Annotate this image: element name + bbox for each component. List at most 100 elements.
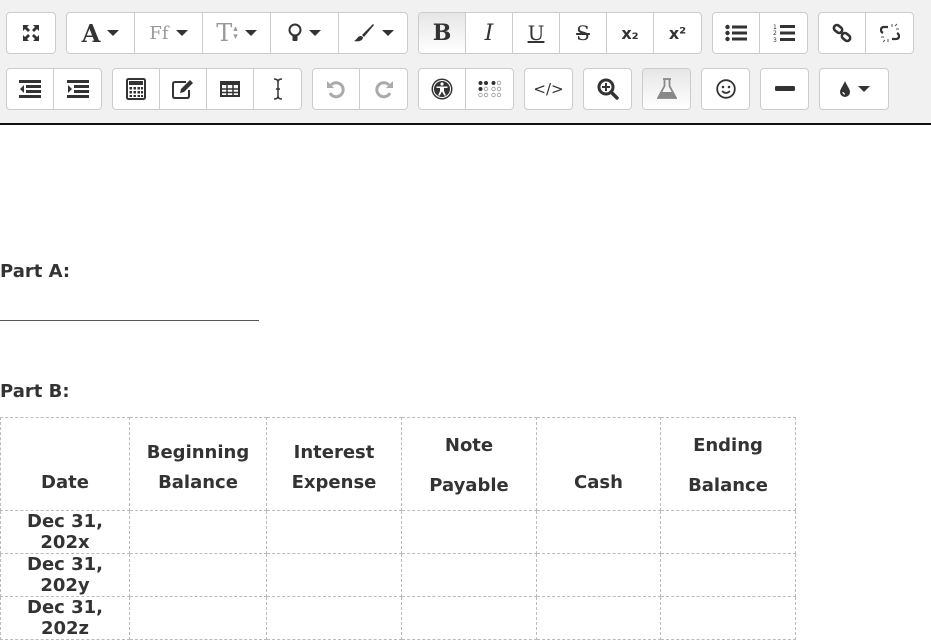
horizontal-rule-button[interactable]	[761, 69, 808, 109]
code-icon: </>	[533, 80, 564, 98]
cell-cash[interactable]	[536, 596, 661, 640]
group-zoom	[583, 68, 632, 110]
cell-note-payable[interactable]	[401, 510, 537, 554]
group-insert	[112, 68, 302, 110]
underline-button[interactable]: U	[513, 13, 560, 53]
group-hr	[760, 68, 809, 110]
svg-text:2: 2	[773, 30, 777, 37]
caret-down-icon	[857, 86, 870, 92]
caret-down-icon	[107, 30, 120, 36]
cell-ending-balance[interactable]	[660, 510, 796, 554]
lightbulb-icon	[288, 23, 302, 43]
table-row: Dec 31, 202y	[0, 553, 796, 597]
bold-icon: B	[432, 20, 452, 46]
bullet-list-icon	[725, 24, 747, 42]
header-date: Date	[0, 417, 130, 511]
font-color-icon: A	[81, 18, 101, 48]
fullscreen-button[interactable]	[7, 13, 55, 53]
italic-button[interactable]: I	[466, 13, 513, 53]
html-button[interactable]: </>	[525, 69, 572, 109]
header-beginning-balance: Beginning Balance	[129, 417, 267, 511]
cell-interest-expense[interactable]	[266, 553, 402, 597]
strikethrough-icon: S	[576, 21, 590, 45]
paint-button[interactable]	[339, 13, 407, 53]
bold-button[interactable]: B	[419, 13, 466, 53]
group-links	[818, 12, 914, 54]
group-format: B I U S x₂ x²	[418, 12, 702, 54]
caret-down-icon	[381, 30, 394, 36]
cell-cash[interactable]	[536, 510, 661, 554]
cell-beginning-balance[interactable]	[129, 596, 267, 640]
minus-icon	[774, 86, 795, 92]
edit-button[interactable]	[160, 69, 207, 109]
indent-button[interactable]	[54, 69, 101, 109]
superscript-button[interactable]: x²	[654, 13, 701, 53]
cell-ending-balance[interactable]	[660, 596, 796, 640]
font-family-button[interactable]: Ff	[135, 13, 203, 53]
highlight-button[interactable]	[271, 13, 339, 53]
emoji-button[interactable]	[702, 69, 749, 109]
font-family-icon: Ff	[149, 22, 169, 44]
cell-cash[interactable]	[536, 553, 661, 597]
calculator-icon	[126, 78, 146, 100]
font-color-button[interactable]: A	[67, 13, 135, 53]
group-html: </>	[524, 68, 573, 110]
header-interest-expense: Interest Expense	[266, 417, 402, 511]
cell-ending-balance[interactable]	[660, 553, 796, 597]
link-icon	[832, 23, 852, 43]
chemistry-button[interactable]	[643, 69, 690, 109]
expand-icon	[22, 24, 40, 42]
zoom-button[interactable]	[584, 69, 631, 109]
outdent-button[interactable]	[7, 69, 54, 109]
unlink-button[interactable]	[866, 13, 913, 53]
cell-note-payable[interactable]	[401, 596, 537, 640]
subscript-button[interactable]: x₂	[607, 13, 654, 53]
accessibility-icon	[431, 78, 453, 100]
toolbar-row-1: A Ff T ▴ ▾ B I U S x₂ x² 123	[6, 12, 924, 54]
paintbrush-icon	[353, 23, 375, 43]
calculator-button[interactable]	[113, 69, 160, 109]
undo-icon	[326, 79, 346, 99]
braille-button[interactable]	[466, 69, 513, 109]
caret-down-icon	[309, 30, 321, 36]
table-button[interactable]	[207, 69, 254, 109]
bullet-list-button[interactable]	[713, 13, 760, 53]
indent-icon	[66, 80, 89, 98]
cell-interest-expense[interactable]	[266, 596, 402, 640]
droplet-icon	[839, 80, 851, 98]
header-note-payable: Note Payable	[401, 417, 537, 511]
cell-date: Dec 31, 202x	[0, 510, 130, 554]
text-color-button[interactable]	[820, 69, 888, 109]
strikethrough-button[interactable]: S	[560, 13, 607, 53]
cell-interest-expense[interactable]	[266, 510, 402, 554]
cell-beginning-balance[interactable]	[129, 553, 267, 597]
undo-button[interactable]	[313, 69, 360, 109]
group-science	[642, 68, 691, 110]
unlink-icon	[879, 23, 900, 43]
text-cursor-icon	[272, 78, 284, 100]
redo-icon	[374, 79, 394, 99]
braille-icon	[477, 80, 502, 98]
link-button[interactable]	[819, 13, 866, 53]
edit-icon	[172, 79, 194, 99]
amortization-table: Date Beginning Balance Interest Expense No…	[0, 417, 796, 640]
group-accessibility	[418, 68, 514, 110]
cell-date: Dec 31, 202z	[0, 596, 130, 640]
cell-beginning-balance[interactable]	[129, 510, 267, 554]
table-header-row: Date Beginning Balance Interest Expense No…	[0, 417, 796, 511]
svg-text:3: 3	[773, 37, 777, 43]
font-size-button[interactable]: T ▴ ▾	[203, 13, 271, 53]
superscript-icon: x²	[668, 23, 687, 43]
cell-date: Dec 31, 202y	[0, 553, 130, 597]
part-b-label: Part B:	[0, 381, 70, 402]
accessibility-button[interactable]	[419, 69, 466, 109]
cell-note-payable[interactable]	[401, 553, 537, 597]
redo-button[interactable]	[360, 69, 407, 109]
numbered-list-button[interactable]: 123	[760, 13, 807, 53]
cursor-button[interactable]	[254, 69, 301, 109]
table-icon	[220, 81, 240, 97]
font-size-icon: T	[216, 19, 233, 47]
table-row: Dec 31, 202z	[0, 596, 796, 640]
part-a-answer-line	[0, 320, 259, 321]
flask-icon	[656, 78, 677, 100]
